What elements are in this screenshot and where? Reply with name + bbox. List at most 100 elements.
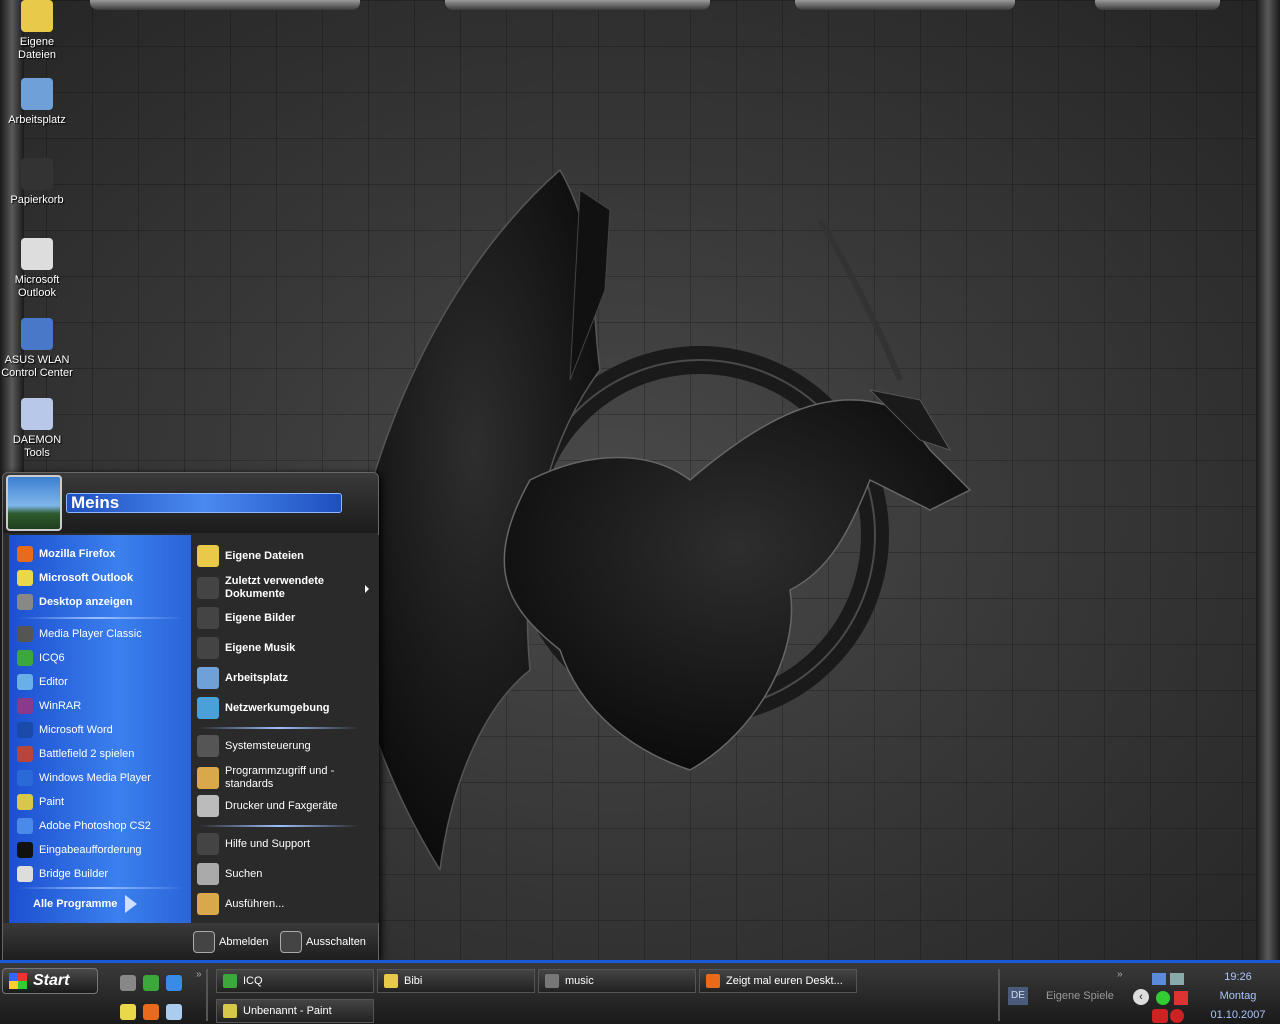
user-name: Meins <box>66 493 342 513</box>
pinned-program-item[interactable]: Mozilla Firefox <box>17 543 115 565</box>
recent-program-item[interactable]: Paint <box>17 791 64 813</box>
desktop-icon-label: Arbeitsplatz <box>8 114 66 126</box>
place-item[interactable]: Zuletzt verwendete Dokumente <box>197 575 347 601</box>
start-button[interactable]: Start <box>2 968 98 994</box>
taskbar-button[interactable]: Bibi <box>377 969 535 993</box>
language-indicator[interactable]: DE <box>1008 987 1028 1005</box>
chevron-right-icon[interactable]: » <box>1117 969 1123 980</box>
daemon-tools-icon <box>21 398 53 430</box>
bridge-builder-icon <box>17 866 33 882</box>
icq-tray-icon[interactable] <box>1156 991 1170 1005</box>
place-item[interactable]: Netzwerkumgebung <box>197 697 347 719</box>
system-item[interactable]: Systemsteuerung <box>197 735 347 757</box>
ie-icon[interactable] <box>166 975 182 991</box>
desktop-icon[interactable]: Arbeitsplatz <box>0 78 74 127</box>
folder-icon <box>384 974 398 988</box>
chevron-left-icon[interactable]: ‹ <box>1133 989 1149 1005</box>
taskbar-button-label: ICQ <box>243 975 263 987</box>
icq-icon <box>223 974 237 988</box>
start-menu-header: Meins <box>3 473 378 533</box>
help-item[interactable]: Hilfe und Support <box>197 833 347 855</box>
separator <box>17 887 183 889</box>
desktop-icon[interactable]: DAEMON Tools <box>0 398 74 460</box>
help-item[interactable]: Ausführen... <box>197 893 347 915</box>
clock-time[interactable]: 19:26 <box>1208 971 1268 983</box>
place-item[interactable]: Eigene Bilder <box>197 607 347 629</box>
recent-docs-icon <box>197 577 219 599</box>
recent-program-item[interactable]: Bridge Builder <box>17 863 108 885</box>
run-icon <box>197 893 219 915</box>
help-item[interactable]: Suchen <box>197 863 347 885</box>
notepad-icon[interactable] <box>166 1004 182 1020</box>
toolbar-eigene-spiele[interactable]: Eigene Spiele <box>1046 990 1114 1002</box>
media-player-classic-icon <box>17 626 33 642</box>
taskbar-button-label: Bibi <box>404 975 423 987</box>
firefox-icon[interactable] <box>143 1004 159 1020</box>
taskbar-separator <box>998 969 1000 1021</box>
wmp-icon <box>17 770 33 786</box>
place-label: Netzwerkumgebung <box>225 701 330 714</box>
taskbar-button[interactable]: music <box>538 969 696 993</box>
system-item[interactable]: Programmzugriff und -standards <box>197 765 347 791</box>
clock-date: 01.10.2007 <box>1210 1009 1266 1021</box>
start-menu: Meins Alle Programme Mozilla Firefox Micr… <box>2 472 379 960</box>
recent-program-item[interactable]: Editor <box>17 671 68 693</box>
taskbar-button[interactable]: Unbenannt - Paint <box>216 999 374 1023</box>
recent-program-item[interactable]: Windows Media Player <box>17 767 151 789</box>
all-programs-button[interactable]: Alle Programme <box>33 895 138 913</box>
program-label: Battlefield 2 spielen <box>39 748 135 760</box>
place-item[interactable]: Eigene Musik <box>197 637 347 659</box>
separator <box>17 617 183 619</box>
top-frame-bar <box>90 0 360 10</box>
taskbar-button-label: music <box>565 975 594 987</box>
chevron-right-icon[interactable]: » <box>196 969 202 980</box>
place-item[interactable]: Eigene Dateien <box>197 545 347 567</box>
recent-program-item[interactable]: WinRAR <box>17 695 81 717</box>
taskbar-button-label: Unbenannt - Paint <box>243 1005 332 1017</box>
display-tray-icon[interactable] <box>1170 973 1184 985</box>
recent-program-item[interactable]: Battlefield 2 spielen <box>17 743 134 765</box>
outlook-icon[interactable] <box>120 1004 136 1020</box>
paint-icon <box>223 1004 237 1018</box>
recent-program-item[interactable]: Media Player Classic <box>17 623 142 645</box>
desktop-icon[interactable]: Papierkorb <box>0 158 74 207</box>
show-desktop-icon[interactable] <box>120 975 136 991</box>
pinned-program-item[interactable]: Desktop anzeigen <box>17 591 133 613</box>
desktop-icon <box>17 594 33 610</box>
recent-program-item[interactable]: ICQ6 <box>17 647 65 669</box>
desktop-icon[interactable]: ASUS WLAN Control Center <box>0 318 74 380</box>
logoff-button[interactable]: Abmelden <box>193 931 269 953</box>
program-label: ICQ6 <box>39 652 65 664</box>
start-label: Start <box>33 972 70 989</box>
desktop-icon[interactable]: Microsoft Outlook <box>0 238 74 300</box>
icq-icon[interactable] <box>143 975 159 991</box>
cmd-icon <box>17 842 33 858</box>
recent-program-item[interactable]: Adobe Photoshop CS2 <box>17 815 151 837</box>
place-item[interactable]: Arbeitsplatz <box>197 667 347 689</box>
start-menu-places-pane: Eigene Dateien Zuletzt verwendete Dokumen… <box>191 535 379 923</box>
place-label: Zuletzt verwendete Dokumente <box>225 575 325 600</box>
right-frame-rail <box>1256 0 1280 965</box>
separator <box>199 825 359 827</box>
place-label: Eigene Musik <box>225 641 296 654</box>
top-frame-bar <box>795 0 1015 10</box>
shutdown-button[interactable]: Ausschalten <box>280 931 366 953</box>
taskbar-button[interactable]: ICQ <box>216 969 374 993</box>
recent-program-item[interactable]: Eingabeaufforderung <box>17 839 142 861</box>
pictures-icon <box>197 607 219 629</box>
desktop-icon-label: Microsoft Outlook <box>14 274 60 299</box>
antivirus-tray-icon[interactable] <box>1152 1009 1168 1023</box>
program-label: Microsoft Outlook <box>39 572 134 584</box>
program-label: Paint <box>39 796 65 808</box>
alert-tray-icon[interactable] <box>1174 991 1188 1005</box>
help-label: Suchen <box>225 867 263 880</box>
pinned-program-item[interactable]: Microsoft Outlook <box>17 567 133 589</box>
desktop-icon[interactable]: Eigene Dateien <box>0 0 74 62</box>
security-tray-icon[interactable] <box>1170 1009 1184 1023</box>
network-tray-icon[interactable] <box>1152 973 1166 985</box>
printer-icon <box>197 795 219 817</box>
recent-program-item[interactable]: Microsoft Word <box>17 719 113 741</box>
system-item[interactable]: Drucker und Faxgeräte <box>197 795 347 817</box>
user-avatar[interactable] <box>6 475 62 531</box>
taskbar-button[interactable]: Zeigt mal euren Deskt... <box>699 969 857 993</box>
